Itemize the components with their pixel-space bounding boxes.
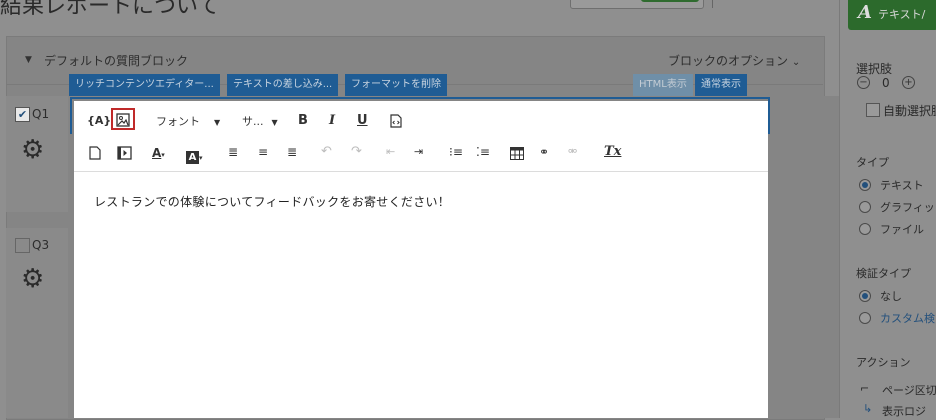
minus-icon[interactable]: −: [857, 76, 870, 89]
tab-rich-content-editor[interactable]: リッチコンテンツエディター...: [69, 74, 220, 96]
remove-format-button[interactable]: Tx: [604, 144, 621, 160]
numbered-list-icon[interactable]: ⁝≡: [449, 144, 463, 160]
bold-button[interactable]: B: [298, 113, 308, 129]
question-sidebar-q3: [6, 228, 68, 418]
editor-content[interactable]: レストランでの体験についてフィードバックをお寄せください！: [94, 193, 450, 210]
undo-icon[interactable]: ↶: [321, 144, 332, 160]
display-logic-icon[interactable]: ↳: [863, 402, 872, 415]
divider: [712, 0, 713, 8]
table-icon[interactable]: [510, 145, 524, 164]
top-toggle-active[interactable]: [641, 0, 699, 2]
block-options-menu[interactable]: ブロックのオプション ⌄: [668, 52, 800, 69]
tab-html-view[interactable]: HTML表示: [633, 74, 693, 96]
actions-label: アクション: [856, 356, 911, 369]
block-options-label: ブロックのオプション: [668, 54, 789, 68]
piped-text-button[interactable]: {A}: [87, 113, 111, 129]
gear-icon[interactable]: ⚙: [21, 135, 44, 165]
align-center-icon[interactable]: ≡: [258, 144, 268, 160]
plus-icon[interactable]: +: [902, 76, 915, 89]
bulleted-list-icon[interactable]: ⁚≡: [476, 144, 490, 160]
font-size-select[interactable]: サ... ▼: [242, 113, 278, 129]
dropdown-icon: ▼: [271, 118, 278, 127]
type-option-file: ファイル: [880, 223, 924, 236]
page-title: 結果レポートについて: [0, 0, 220, 19]
font-family-label: フォント: [156, 115, 200, 128]
editor-toolbar: [74, 101, 768, 172]
block-title[interactable]: デフォルトの質問ブロック: [44, 52, 188, 69]
change-question-type-button[interactable]: A テキスト/: [848, 0, 936, 30]
align-left-icon[interactable]: ≣: [228, 144, 238, 160]
type-radio-file[interactable]: [859, 223, 871, 235]
q3-label: Q3: [32, 238, 50, 252]
outdent-icon[interactable]: ⇤: [386, 144, 395, 160]
dropdown-icon: ▼: [214, 118, 221, 127]
type-option-graphic: グラフィッ: [880, 201, 935, 214]
underline-button[interactable]: U: [357, 113, 368, 129]
align-right-icon[interactable]: ≣: [287, 144, 297, 160]
validation-radio-none[interactable]: [859, 290, 871, 302]
page-break-icon[interactable]: ⌐: [860, 382, 869, 395]
italic-button[interactable]: I: [329, 113, 335, 129]
display-logic-action[interactable]: 表示ロジ: [882, 403, 926, 419]
font-size-label: サ...: [242, 115, 264, 128]
source-code-icon[interactable]: [390, 113, 402, 132]
text-color-icon[interactable]: A▾: [152, 145, 165, 163]
new-page-icon[interactable]: [89, 145, 101, 164]
auto-choice-label: 自動選択肢: [883, 104, 936, 118]
background-color-icon[interactable]: A ▾: [186, 145, 203, 164]
validation-radio-custom[interactable]: [859, 312, 871, 324]
auto-choice-checkbox[interactable]: [866, 103, 880, 117]
type-radio-graphic[interactable]: [859, 201, 871, 213]
q1-label: Q1: [32, 107, 50, 121]
remove-format-label: Tx: [604, 144, 622, 159]
chevron-down-icon: ⌄: [791, 57, 801, 68]
redo-icon[interactable]: ↷: [351, 144, 362, 160]
validation-option-custom: カスタム検: [880, 312, 935, 325]
gear-icon[interactable]: ⚙: [21, 264, 44, 294]
q3-checkbox[interactable]: [15, 238, 30, 253]
validation-option-none: なし: [880, 290, 902, 303]
choices-label: 選択肢: [856, 62, 893, 76]
media-embed-icon[interactable]: [117, 145, 132, 164]
collapse-arrow-icon[interactable]: ▼: [25, 55, 32, 65]
choices-count: 0: [882, 76, 890, 90]
type-option-text: テキスト: [880, 179, 924, 192]
q1-checkbox[interactable]: ✔: [15, 107, 30, 122]
unlink-icon[interactable]: ⚮: [568, 144, 577, 160]
type-radio-text[interactable]: [859, 179, 871, 191]
font-family-select[interactable]: フォント ▼: [156, 113, 220, 129]
tab-clear-format[interactable]: フォーマットを削除: [345, 74, 447, 96]
tab-normal-view[interactable]: 通常表示: [695, 74, 747, 96]
page-break-action[interactable]: ページ区切: [882, 382, 936, 398]
insert-image-icon[interactable]: [116, 112, 130, 131]
type-label: タイプ: [856, 156, 889, 169]
validation-label: 検証タイプ: [856, 267, 911, 280]
text-type-icon: A: [858, 2, 872, 23]
link-icon[interactable]: ⚭: [539, 144, 549, 160]
indent-icon[interactable]: ⇥: [414, 144, 423, 160]
block-right-gutter: [823, 96, 839, 418]
tab-piped-text[interactable]: テキストの差し込み...: [227, 74, 339, 96]
question-type-label: テキスト/: [878, 8, 926, 21]
